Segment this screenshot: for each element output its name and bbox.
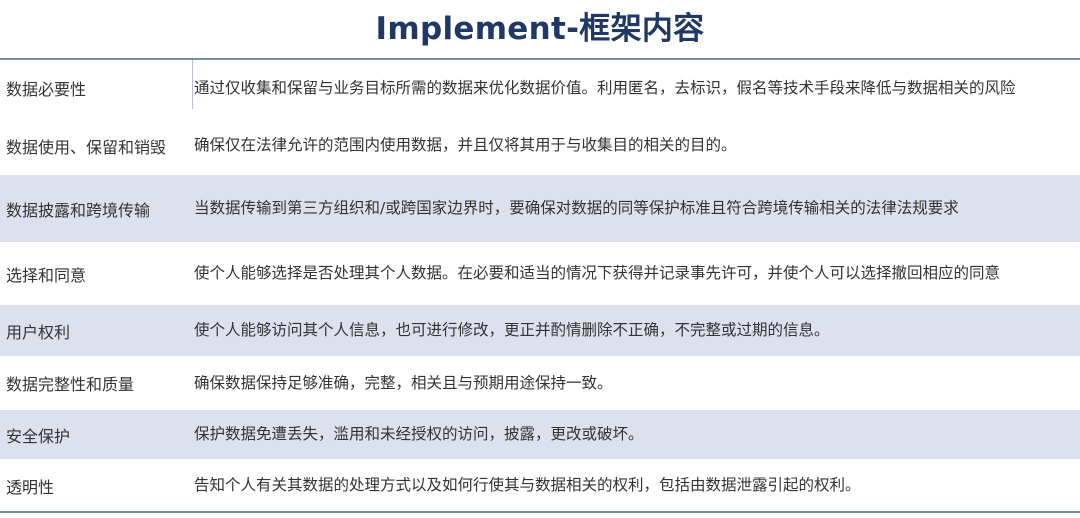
- row-name: 安全保护: [6, 426, 71, 446]
- column-divider: [192, 60, 193, 109]
- framework-table: 数据必要性 通过仅收集和保留与业务目标所需的数据来优化数据价值。利用匿名，去标识…: [0, 58, 1080, 513]
- row-description: 确保仅在法律允许的范围内使用数据，并且仅将其用于与收集目的相关的目的。: [194, 136, 737, 154]
- page-title: Implement-框架内容: [375, 11, 705, 47]
- row-name: 数据使用、保留和销毁: [6, 137, 167, 157]
- row-description: 当数据传输到第三方组织和/或跨国家边界时，要确保对数据的同等保护标准且符合跨境传…: [194, 199, 959, 217]
- table-row: 用户权利 使个人能够访问其个人信息，也可进行修改，更正并酌情删除不正确，不完整或…: [0, 305, 1080, 357]
- table-row: 数据披露和跨境传输 当数据传输到第三方组织和/或跨国家边界时，要确保对数据的同等…: [0, 175, 1080, 243]
- row-description: 通过仅收集和保留与业务目标所需的数据来优化数据价值。利用匿名，去标识，假名等技术…: [194, 78, 1016, 97]
- table-row: 选择和同意 使个人能够选择是否处理其个人数据。在必要和适当的情况下获得并记录事先…: [0, 243, 1080, 305]
- table-row: 安全保护 保护数据免遭丢失，滥用和未经授权的访问，披露，更改或破坏。: [0, 410, 1080, 460]
- row-description: 保护数据免遭丢失，滥用和未经授权的访问，披露，更改或破坏。: [194, 425, 644, 443]
- row-name: 数据必要性: [6, 80, 87, 99]
- row-description: 使个人能够选择是否处理其个人数据。在必要和适当的情况下获得并记录事先许可，并使个…: [194, 264, 1001, 282]
- row-name: 用户权利: [6, 322, 71, 342]
- table-row: 数据使用、保留和销毁 确保仅在法律允许的范围内使用数据，并且仅将其用于与收集目的…: [0, 117, 1080, 175]
- table-row: 数据完整性和质量 确保数据保持足够准确，完整，相关且与预期用途保持一致。: [0, 357, 1080, 410]
- row-description: 确保数据保持足够准确，完整，相关且与预期用途保持一致。: [194, 373, 613, 392]
- row-description: 使个人能够访问其个人信息，也可进行修改，更正并酌情删除不正确，不完整或过期的信息…: [194, 321, 830, 339]
- table-row: 透明性 告知个人有关其数据的处理方式以及如何行使其与数据相关的权利，包括由数据泄…: [0, 460, 1080, 513]
- row-name: 数据完整性和质量: [6, 375, 135, 394]
- row-description: 告知个人有关其数据的处理方式以及如何行使其与数据相关的权利，包括由数据泄露引起的…: [194, 476, 861, 494]
- table-row: 数据必要性 通过仅收集和保留与业务目标所需的数据来优化数据价值。利用匿名，去标识…: [0, 60, 1080, 117]
- row-name: 数据披露和跨境传输: [6, 200, 151, 220]
- row-name: 透明性: [6, 477, 55, 497]
- row-name: 选择和同意: [6, 265, 87, 285]
- slide: Implement-框架内容 数据必要性 通过仅收集和保留与业务目标所需的数据来…: [0, 0, 1080, 518]
